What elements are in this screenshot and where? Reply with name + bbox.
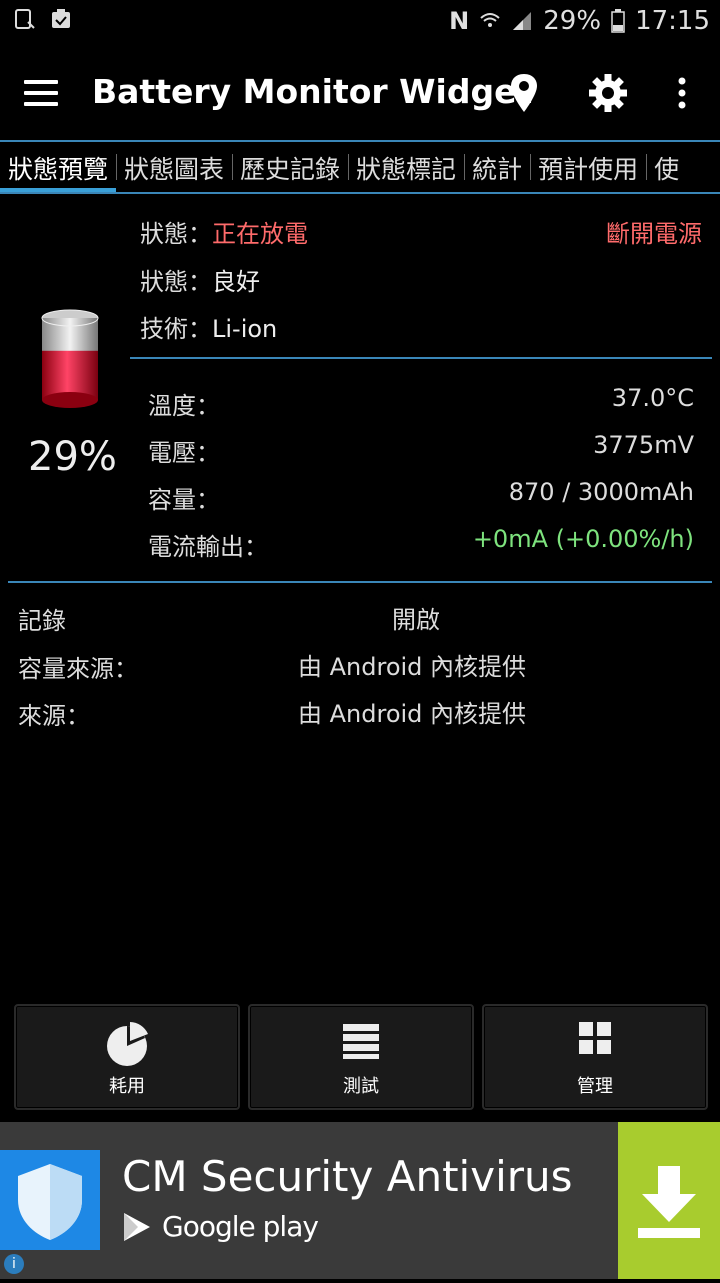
- ad-store-label: Google play: [162, 1210, 319, 1243]
- hamburger-menu-icon[interactable]: [24, 80, 58, 106]
- ad-info-icon[interactable]: i: [4, 1254, 24, 1274]
- usage-button[interactable]: 耗用: [14, 1004, 240, 1110]
- play-store-icon: [124, 1212, 150, 1241]
- temperature-label: 溫度：: [148, 392, 220, 420]
- health-row: 狀態：良好: [140, 262, 260, 297]
- technology-label: 技術：: [140, 315, 212, 343]
- health-label: 狀態：: [140, 268, 212, 296]
- log-label: 記錄: [18, 607, 66, 635]
- capacity-value: 870 / 3000mAh: [508, 478, 694, 506]
- state-value: 正在放電: [212, 220, 308, 248]
- tab-status-preview[interactable]: 狀態預覽: [0, 142, 117, 192]
- capacity-label: 容量：: [148, 486, 220, 514]
- power-source-value: 斷開電源: [606, 220, 702, 248]
- ad-title: CM Security Antivirus: [122, 1152, 573, 1201]
- app-bar: Battery Monitor Widget: [0, 46, 720, 138]
- temperature-value: 37.0°C: [611, 384, 694, 412]
- app-title: Battery Monitor Widget: [92, 72, 533, 111]
- battery-percent-large: 29%: [28, 434, 117, 480]
- overflow-menu-icon[interactable]: [658, 68, 706, 118]
- usage-button-label: 耗用: [109, 1076, 145, 1097]
- log-value[interactable]: 開啟: [392, 600, 440, 635]
- tab-estimated-usage[interactable]: 預計使用: [530, 142, 646, 192]
- capacity-source-value: 由 Android 內核提供: [298, 653, 527, 681]
- technology-value: Li-ion: [212, 315, 278, 343]
- grid-icon: [579, 1022, 611, 1054]
- state-row: 狀態：正在放電: [140, 214, 308, 249]
- notification-icon: [15, 9, 35, 29]
- nfc-icon: N: [449, 7, 470, 35]
- download-arrow-icon: [638, 1166, 700, 1238]
- test-button-label: 測試: [343, 1076, 379, 1097]
- health-value: 良好: [212, 268, 260, 296]
- clock: 17:15: [635, 6, 710, 36]
- clipboard-icon: [52, 9, 70, 28]
- tab-statistics[interactable]: 統計: [464, 142, 530, 192]
- source-value: 由 Android 內核提供: [298, 700, 527, 728]
- battery-icon: [611, 9, 625, 33]
- status-bar: N 29% 17:15: [0, 0, 720, 46]
- source-label: 來源：: [18, 702, 90, 730]
- current-output-value: +0mA (+0.00%/h): [472, 525, 694, 553]
- ad-banner[interactable]: CM Security Antivirus Google play i: [0, 1122, 720, 1279]
- google-play-badge: Google play: [122, 1210, 319, 1243]
- manage-button-label: 管理: [577, 1076, 613, 1097]
- tab-status-chart[interactable]: 狀態圖表: [116, 142, 232, 192]
- tab-status-markers[interactable]: 狀態標記: [348, 142, 464, 192]
- battery-level-icon: [41, 309, 99, 408]
- voltage-value: 3775mV: [593, 431, 694, 459]
- settings-gear-icon[interactable]: [584, 68, 632, 118]
- manage-button[interactable]: 管理: [482, 1004, 708, 1110]
- tab-bar: 狀態預覽 狀態圖表 歷史記錄 狀態標記 統計 預計使用 使: [0, 140, 720, 194]
- test-button[interactable]: 測試: [248, 1004, 474, 1110]
- capacity-source-label: 容量來源：: [18, 655, 138, 683]
- current-output-label: 電流輸出：: [148, 533, 268, 561]
- signal-icon: [513, 12, 532, 30]
- tab-usage[interactable]: 使: [646, 142, 687, 192]
- battery-percent: 29%: [543, 6, 602, 36]
- download-button[interactable]: [618, 1122, 720, 1279]
- shield-icon: [0, 1150, 100, 1250]
- divider: [130, 357, 712, 359]
- list-icon: [343, 1024, 379, 1059]
- pie-chart-icon: [107, 1022, 148, 1066]
- state-label: 狀態：: [140, 220, 212, 248]
- wifi-icon: [480, 13, 500, 27]
- tab-history[interactable]: 歷史記錄: [232, 142, 348, 192]
- divider: [8, 581, 712, 583]
- voltage-label: 電壓：: [148, 439, 220, 467]
- location-pin-icon[interactable]: [500, 68, 548, 118]
- technology-row: 技術：Li-ion: [140, 309, 277, 344]
